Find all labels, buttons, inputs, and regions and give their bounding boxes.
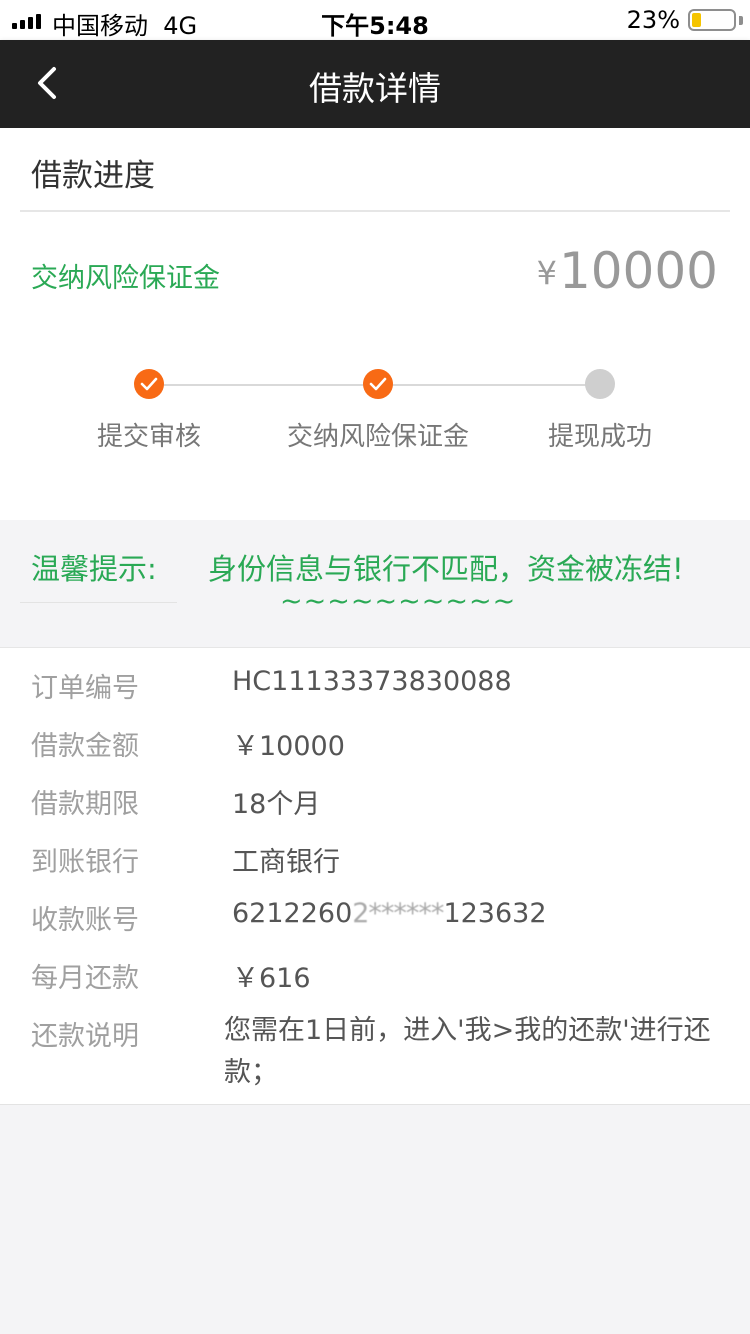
divider: [20, 210, 730, 212]
detail-label: 借款金额: [31, 731, 139, 762]
amount-value: 10000: [558, 242, 718, 300]
tip-message: 身份信息与银行不匹配，资金被冻结!: [208, 552, 684, 586]
loan-amount-value: ￥10000: [232, 731, 345, 762]
account-prefix: 6212260: [232, 898, 353, 929]
status-bar: 中国移动 4G 下午5:48 23%: [0, 0, 750, 40]
repayment-note-value: 您需在1日前，进入'我>我的还款'进行还款；: [224, 1015, 711, 1088]
account-masked: 2******: [352, 898, 444, 929]
detail-label: 收款账号: [31, 905, 139, 936]
battery-percent: 23%: [626, 6, 680, 34]
step-2-done-icon: [363, 369, 393, 399]
detail-label: 还款说明: [31, 1021, 139, 1052]
loan-term-value: 18个月: [232, 789, 321, 820]
loan-progress-card: 借款进度 交纳风险保证金 ¥10000 提交审核 交纳风险保证金 提现成功: [0, 128, 750, 520]
page-title: 借款详情: [309, 69, 441, 108]
loan-amount: ¥10000: [537, 242, 718, 300]
currency-symbol: ¥: [536, 254, 557, 292]
bank-value: 工商银行: [232, 847, 340, 878]
progress-section-title: 借款进度: [31, 158, 155, 194]
detail-label: 订单编号: [31, 673, 139, 704]
battery-level: [692, 13, 701, 27]
step-label-withdraw: 提现成功: [547, 422, 652, 452]
loan-details-card: 订单编号 HC11133373830088 借款金额 ￥10000 借款期限 1…: [0, 647, 750, 1105]
battery-icon: [688, 9, 736, 31]
detail-label: 到账银行: [31, 847, 139, 878]
order-number-value: HC11133373830088: [232, 666, 512, 697]
tip-decoration: ~~~~~~~~~~: [280, 586, 517, 617]
detail-label: 借款期限: [31, 789, 139, 820]
monthly-payment-value: ￥616: [232, 963, 311, 994]
detail-label: 每月还款: [31, 963, 139, 994]
step-1-done-icon: [134, 369, 164, 399]
step-label-submit: 提交审核: [96, 422, 201, 452]
current-status-label: 交纳风险保证金: [31, 263, 220, 294]
account-suffix: 123632: [443, 898, 547, 929]
check-icon: [369, 377, 387, 391]
tip-underline: [20, 602, 177, 603]
account-number-value: 62122602******123632: [232, 898, 547, 929]
step-label-deposit: 交纳风险保证金: [286, 422, 469, 452]
nav-bar: 借款详情: [0, 40, 750, 128]
tip-title: 温馨提示:: [31, 552, 157, 586]
step-3-pending-icon: [585, 369, 615, 399]
check-icon: [140, 377, 158, 391]
battery-tip: [739, 16, 743, 25]
